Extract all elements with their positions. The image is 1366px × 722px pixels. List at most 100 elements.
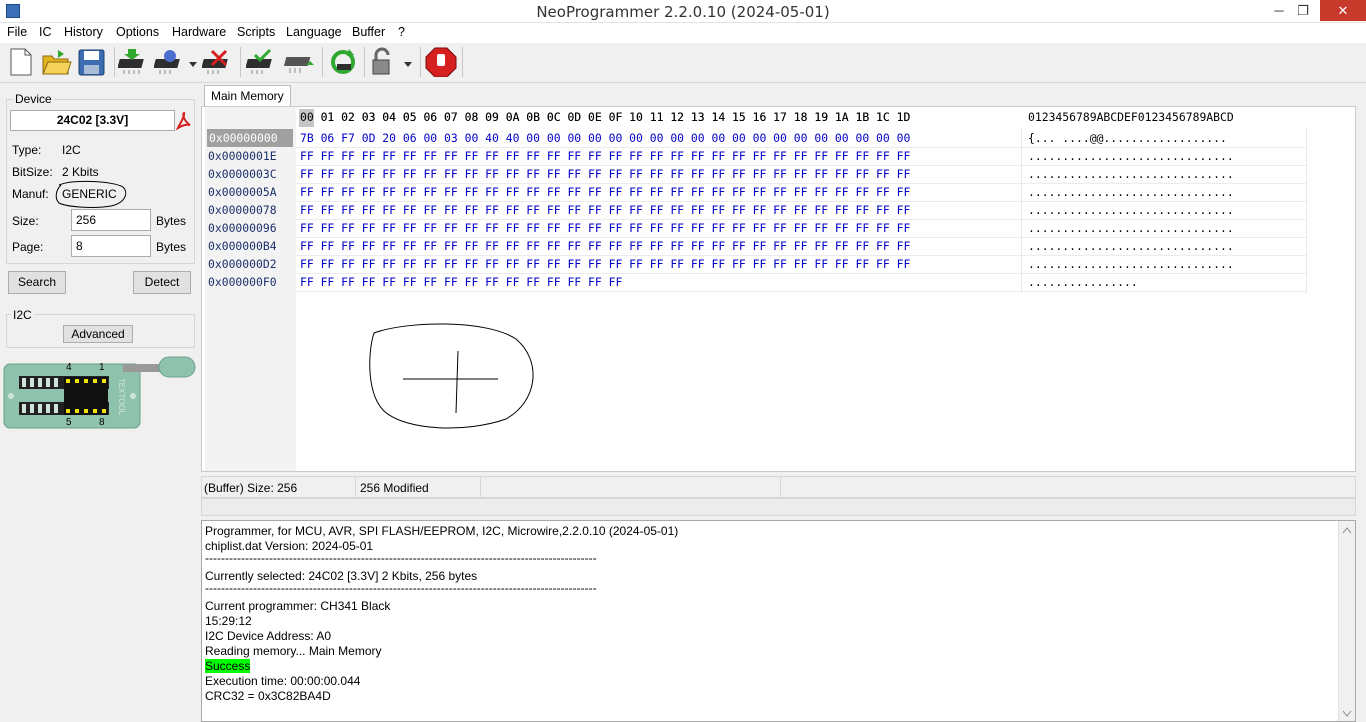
menu-help[interactable]: ?	[398, 25, 405, 39]
manuf-label: Manuf:	[12, 187, 49, 201]
row-address[interactable]: 0x000000F0	[208, 273, 294, 291]
menu-ic[interactable]: IC	[39, 25, 52, 39]
title-bar: NeoProgrammer 2.2.0.10 (2024-05-01) ─ ❐ …	[0, 0, 1366, 23]
row-hex[interactable]: FF FF FF FF FF FF FF FF FF FF FF FF FF F…	[300, 219, 910, 237]
type-value: I2C	[62, 143, 81, 157]
stop-icon[interactable]	[425, 47, 457, 78]
log-line: Reading memory... Main Memory	[205, 644, 382, 658]
detect-button[interactable]: Detect	[133, 271, 191, 294]
i2c-group-title: I2C	[11, 308, 34, 322]
lock-dropdown-icon[interactable]	[401, 47, 415, 77]
hex-column-header-overlay: 00 01 02 03 04 05 06 07 08 09 0A 0B 0C 0…	[300, 110, 911, 124]
row-hex[interactable]: FF FF FF FF FF FF FF FF FF FF FF FF FF F…	[300, 147, 910, 165]
hex-editor[interactable]: 00 01 02 03 04 05 06 07 08 09 0A 0B 0C 0…	[201, 106, 1356, 472]
page-unit: Bytes	[156, 240, 187, 254]
row-ascii[interactable]: {... ....@@..................	[1028, 129, 1227, 147]
ascii-column-header: 0123456789ABCDEF0123456789ABCD	[1028, 110, 1234, 124]
new-file-icon[interactable]	[4, 47, 36, 77]
read-chip-icon[interactable]	[117, 47, 150, 77]
size-unit: Bytes	[156, 214, 187, 228]
row-hex[interactable]: FF FF FF FF FF FF FF FF FF FF FF FF FF F…	[300, 201, 910, 219]
row-address[interactable]: 0x00000096	[208, 219, 294, 237]
maximize-button[interactable]: ❐	[1288, 0, 1318, 21]
row-address[interactable]: 0x0000001E	[208, 147, 294, 165]
menu-bar: File IC History Options Hardware Scripts…	[0, 23, 1366, 43]
log-line: I2C Device Address: A0	[205, 629, 332, 643]
row-hex[interactable]: FF FF FF FF FF FF FF FF FF FF FF FF FF F…	[300, 237, 910, 255]
tab-strip: Main Memory	[201, 84, 1366, 107]
socket-brand: TEXTOOL	[117, 377, 127, 416]
menu-options[interactable]: Options	[116, 25, 159, 39]
row-hex[interactable]: FF FF FF FF FF FF FF FF FF FF FF FF FF F…	[300, 255, 910, 273]
row-hex[interactable]: FF FF FF FF FF FF FF FF FF FF FF FF FF F…	[300, 165, 910, 183]
menu-buffer[interactable]: Buffer	[352, 25, 385, 39]
crosshair-annotation	[369, 323, 534, 429]
log-line: 15:29:12	[205, 614, 252, 628]
pin-label-4: 4	[66, 362, 72, 373]
row-address[interactable]: 0x0000005A	[208, 183, 294, 201]
log-panel[interactable]: Programmer, for MCU, AVR, SPI FLASH/EEPR…	[201, 520, 1356, 722]
row-address[interactable]: 0x00000078	[208, 201, 294, 219]
pin-label-5: 5	[66, 417, 72, 428]
row-ascii[interactable]: ..............................	[1028, 165, 1234, 183]
tab-main-memory[interactable]: Main Memory	[204, 85, 291, 107]
log-scrollbar[interactable]	[1338, 521, 1355, 721]
i2c-group: I2C Advanced	[6, 308, 195, 348]
row-ascii[interactable]: ..............................	[1028, 255, 1234, 273]
bitsize-value: 2 Kbits	[62, 165, 99, 179]
erase-chip-icon[interactable]	[201, 47, 234, 77]
row-ascii[interactable]: ..............................	[1028, 147, 1234, 165]
open-folder-icon[interactable]	[40, 47, 72, 77]
log-line: CRC32 = 0x3C82BA4D	[205, 689, 331, 703]
write-chip-icon[interactable]: ▾	[153, 47, 194, 77]
size-field[interactable]: 256	[71, 209, 151, 231]
advanced-button[interactable]: Advanced	[63, 325, 133, 343]
pdf-datasheet-icon[interactable]	[175, 111, 192, 131]
manuf-annotation-circle	[55, 180, 127, 208]
window-title: NeoProgrammer 2.2.0.10 (2024-05-01)	[536, 3, 830, 21]
row-address[interactable]: 0x00000000	[207, 129, 293, 147]
page-field[interactable]: 8	[71, 235, 151, 257]
row-hex[interactable]: FF FF FF FF FF FF FF FF FF FF FF FF FF F…	[300, 183, 910, 201]
log-success: Success	[205, 659, 251, 673]
verify-chip-icon[interactable]	[245, 47, 278, 77]
auto-icon[interactable]	[327, 47, 359, 77]
page-label: Page:	[12, 240, 44, 254]
row-ascii[interactable]: ..............................	[1028, 183, 1234, 201]
row-hex[interactable]: FF FF FF FF FF FF FF FF FF FF FF FF FF F…	[300, 273, 622, 291]
row-ascii[interactable]: ..............................	[1028, 237, 1234, 255]
log-separator: ----------------------------------------…	[205, 551, 597, 565]
row-address[interactable]: 0x0000003C	[208, 165, 294, 183]
splitter[interactable]	[201, 498, 1356, 516]
row-hex[interactable]: 7B 06 F7 0D 20 06 00 03 00 40 40 00 00 0…	[300, 129, 910, 147]
buffer-size-status: (Buffer) Size: 256	[204, 481, 298, 495]
close-button[interactable]: ✕	[1320, 0, 1366, 21]
row-ascii[interactable]: ..............................	[1028, 201, 1234, 219]
lock-icon[interactable]	[369, 47, 401, 77]
row-ascii[interactable]: ..............................	[1028, 219, 1234, 237]
save-icon[interactable]	[76, 47, 108, 77]
bitsize-label: BitSize:	[12, 165, 53, 179]
pin-label-1: 1	[99, 362, 105, 373]
menu-scripts[interactable]: Scripts	[237, 25, 275, 39]
search-button[interactable]: Search	[8, 271, 66, 294]
menu-file[interactable]: File	[7, 25, 27, 39]
device-name: 24C02 [3.3V]	[10, 110, 175, 131]
device-group-title: Device	[13, 92, 54, 106]
row-address[interactable]: 0x000000B4	[208, 237, 294, 255]
toolbar: ▾	[0, 43, 1366, 83]
row-address[interactable]: 0x000000D2	[208, 255, 294, 273]
modified-status: 256 Modified	[360, 481, 429, 495]
menu-language[interactable]: Language	[286, 25, 342, 39]
write-dropdown-icon[interactable]	[186, 47, 200, 77]
menu-hardware[interactable]: Hardware	[172, 25, 226, 39]
blank-check-icon[interactable]	[283, 47, 316, 77]
left-panel: Device 24C02 [3.3V] Type: I2C BitSize: 2…	[0, 84, 200, 722]
menu-history[interactable]: History	[64, 25, 103, 39]
status-bar: (Buffer) Size: 256 256 Modified	[201, 476, 1356, 498]
log-line: Current programmer: CH341 Black	[205, 599, 391, 613]
device-group: Device 24C02 [3.3V] Type: I2C BitSize: 2…	[6, 92, 195, 264]
pin-label-8: 8	[99, 417, 105, 428]
row-ascii[interactable]: ................	[1028, 273, 1138, 291]
log-line: Execution time: 00:00:00.044	[205, 674, 361, 688]
